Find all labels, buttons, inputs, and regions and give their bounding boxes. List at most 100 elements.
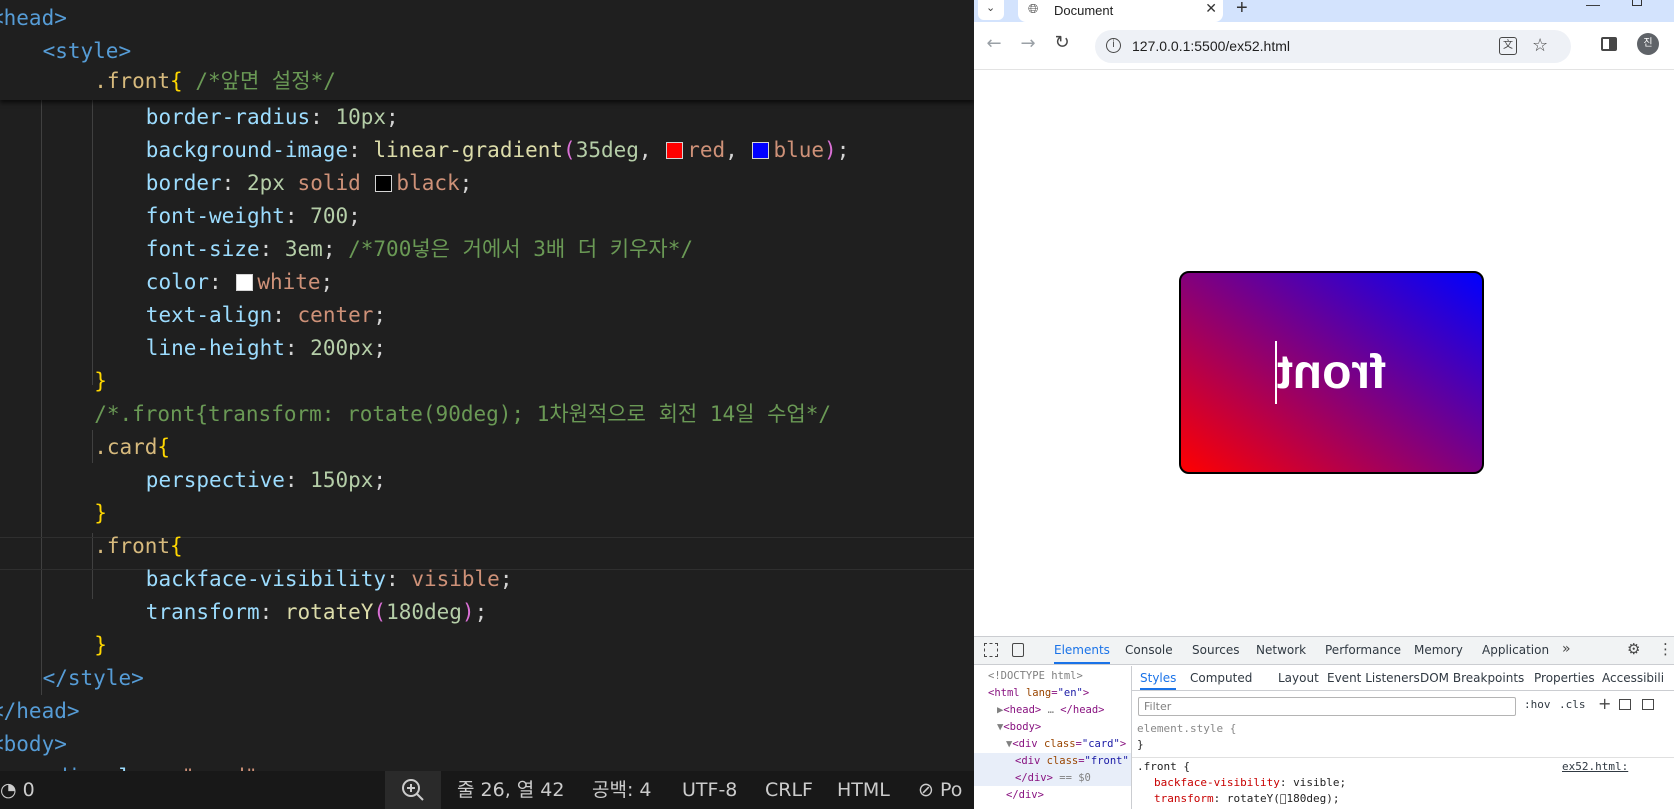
devtools-tab-console[interactable]: Console <box>1125 637 1173 664</box>
language-mode[interactable]: HTML <box>837 771 890 809</box>
dom-node[interactable]: ▼<body> <box>997 719 1041 736</box>
color-swatch[interactable] <box>666 142 684 159</box>
code-line[interactable]: /*.front{transform: rotate(90deg); 1차원적으… <box>94 398 831 431</box>
styles-subtab[interactable]: Event Listeners <box>1327 666 1420 690</box>
styles-subtab[interactable]: Properties <box>1534 666 1595 690</box>
devtools-tab-sources[interactable]: Sources <box>1192 637 1239 664</box>
code-token: : <box>221 171 247 195</box>
encoding-setting[interactable]: UTF-8 <box>682 771 737 809</box>
rule-selector: .front { <box>1137 760 1190 773</box>
code-editor[interactable]: border-radius: 10px; background-image: li… <box>0 0 974 771</box>
sticky-code-line[interactable]: .front{ /*앞면 설정*/ <box>94 65 336 98</box>
forward-icon[interactable]: → <box>1016 33 1040 54</box>
inspect-element-icon[interactable] <box>984 643 998 657</box>
devtools-tab-performance[interactable]: Performance <box>1325 637 1401 664</box>
address-bar[interactable]: i 127.0.0.1:5500/ex52.html 文 ☆ <box>1095 30 1571 63</box>
cursor-position[interactable]: 줄 26, 열 42 <box>457 771 564 809</box>
elements-dom-tree[interactable]: <!DOCTYPE html> <html lang="en"> ▶<head> …… <box>974 666 1132 809</box>
color-swatch[interactable] <box>375 175 393 192</box>
color-swatch[interactable] <box>236 274 254 291</box>
maximize-icon[interactable] <box>1632 0 1642 6</box>
front-face-text: front <box>1276 346 1387 399</box>
side-panel-icon[interactable] <box>1601 37 1617 51</box>
sticky-code-line[interactable]: <style> <box>43 35 132 68</box>
problems-indicator[interactable]: ◔ 0 <box>0 771 35 809</box>
code-line[interactable]: font-weight: 700; <box>146 200 361 233</box>
code-line[interactable]: } <box>94 497 107 530</box>
cls-toggle[interactable]: .cls <box>1559 698 1586 711</box>
dom-node[interactable]: ▼<div class="card"> <box>1006 736 1126 753</box>
css-declaration[interactable]: backface-visibility: visible; <box>1154 775 1346 791</box>
code-line[interactable]: <div class="card"> <box>43 761 271 771</box>
styles-filter-input[interactable]: Filter <box>1138 697 1516 716</box>
code-line[interactable]: border: 2px solid black; <box>146 167 473 200</box>
styles-subtab[interactable]: Computed <box>1190 666 1252 690</box>
code-line[interactable]: line-height: 200px; <box>146 332 386 365</box>
code-token: .front <box>94 534 171 558</box>
site-info-icon[interactable]: i <box>1106 38 1121 53</box>
code-token: red <box>687 138 726 162</box>
code-line[interactable]: .front{ <box>94 530 183 563</box>
toggle-render-styles-icon[interactable] <box>1619 699 1631 710</box>
sticky-code-line[interactable]: <head> <box>0 2 67 35</box>
bookmark-star-icon[interactable]: ☆ <box>1532 35 1548 56</box>
devtools-tab-application[interactable]: Application <box>1482 637 1549 664</box>
code-line[interactable]: </head> <box>0 695 80 728</box>
tab-search-button[interactable]: ⌄ <box>978 0 1004 20</box>
code-line[interactable]: } <box>94 629 107 662</box>
close-tab-icon[interactable]: ✕ <box>1205 0 1217 17</box>
code-line[interactable]: perspective: 150px; <box>146 464 386 497</box>
browser-tab[interactable]: 🌐︎ Document ✕ <box>1018 0 1223 22</box>
code-line[interactable]: color: white; <box>146 266 333 299</box>
code-line[interactable]: .card{ <box>94 431 170 464</box>
indentation-setting[interactable]: 공백: 4 <box>592 771 652 809</box>
code-line[interactable]: font-size: 3em; /*700넣은 거에서 3배 더 키우자*/ <box>146 233 693 266</box>
code-line[interactable]: transform: rotateY(180deg); <box>146 596 487 629</box>
tab-strip: ⌄ 🌐︎ Document ✕ + — <box>974 0 1674 22</box>
device-toolbar-icon[interactable] <box>1012 643 1024 657</box>
dom-node[interactable]: </div> <box>1006 787 1044 804</box>
code-line[interactable]: border-radius: 10px; <box>146 101 399 134</box>
dom-node[interactable]: <!DOCTYPE html> <box>988 668 1083 685</box>
styles-subtab[interactable]: Styles <box>1140 666 1177 690</box>
styles-subtab[interactable]: DOM Breakpoints <box>1420 666 1524 690</box>
globe-icon: 🌐︎ <box>1028 2 1039 17</box>
back-icon[interactable]: ← <box>982 33 1006 54</box>
dom-node[interactable]: </div> == $0 <box>1015 770 1091 787</box>
minimize-icon[interactable]: — <box>1586 0 1600 12</box>
live-server-status[interactable]: ⊘ Po <box>918 771 962 809</box>
code-line[interactable]: backface-visibility: visible; <box>146 563 513 596</box>
hov-toggle[interactable]: :hov <box>1524 698 1551 711</box>
color-swatch[interactable] <box>752 142 770 159</box>
dom-node[interactable]: ▶<head> … </head> <box>997 702 1105 719</box>
reload-icon[interactable]: ↻ <box>1050 32 1074 53</box>
devtools-tab-network[interactable]: Network <box>1256 637 1306 664</box>
new-style-rule-icon[interactable]: + <box>1598 694 1611 713</box>
code-line[interactable]: text-align: center; <box>146 299 386 332</box>
styles-subtab[interactable]: Accessibili <box>1602 666 1664 690</box>
kebab-menu-icon[interactable]: ⋮ <box>1658 640 1673 658</box>
code-line[interactable]: </style> <box>43 662 144 695</box>
computed-sidebar-icon[interactable] <box>1642 699 1654 710</box>
sticky-scroll-header[interactable]: <head><style>.front{ /*앞면 설정*/ <box>0 0 974 100</box>
code-line[interactable]: <body> <box>0 728 67 761</box>
zoom-button[interactable] <box>385 771 441 809</box>
more-tabs-icon[interactable]: » <box>1562 641 1571 657</box>
styles-subtab[interactable]: Layout <box>1278 666 1319 690</box>
devtools-tab-memory[interactable]: Memory <box>1414 637 1463 664</box>
rule-source-link[interactable]: ex52.html: <box>1562 759 1628 775</box>
dom-node[interactable]: <html lang="en"> <box>988 685 1089 702</box>
code-token: 700 <box>310 204 349 228</box>
css-declaration[interactable]: transform: rotateY(⃝180deg); <box>1154 791 1339 807</box>
code-token: : <box>209 270 235 294</box>
code-line[interactable]: } <box>94 365 107 398</box>
code-line[interactable]: background-image: linear-gradient(35deg,… <box>146 134 850 167</box>
profile-avatar[interactable]: 진 <box>1637 33 1659 55</box>
translate-icon[interactable]: 文 <box>1499 37 1517 55</box>
devtools-tab-elements[interactable]: Elements <box>1054 637 1110 664</box>
dom-node[interactable]: <div class="front" <box>1015 753 1129 770</box>
settings-gear-icon[interactable]: ⚙ <box>1627 640 1640 658</box>
eol-setting[interactable]: CRLF <box>765 771 813 809</box>
new-tab-icon[interactable]: + <box>1236 0 1248 20</box>
